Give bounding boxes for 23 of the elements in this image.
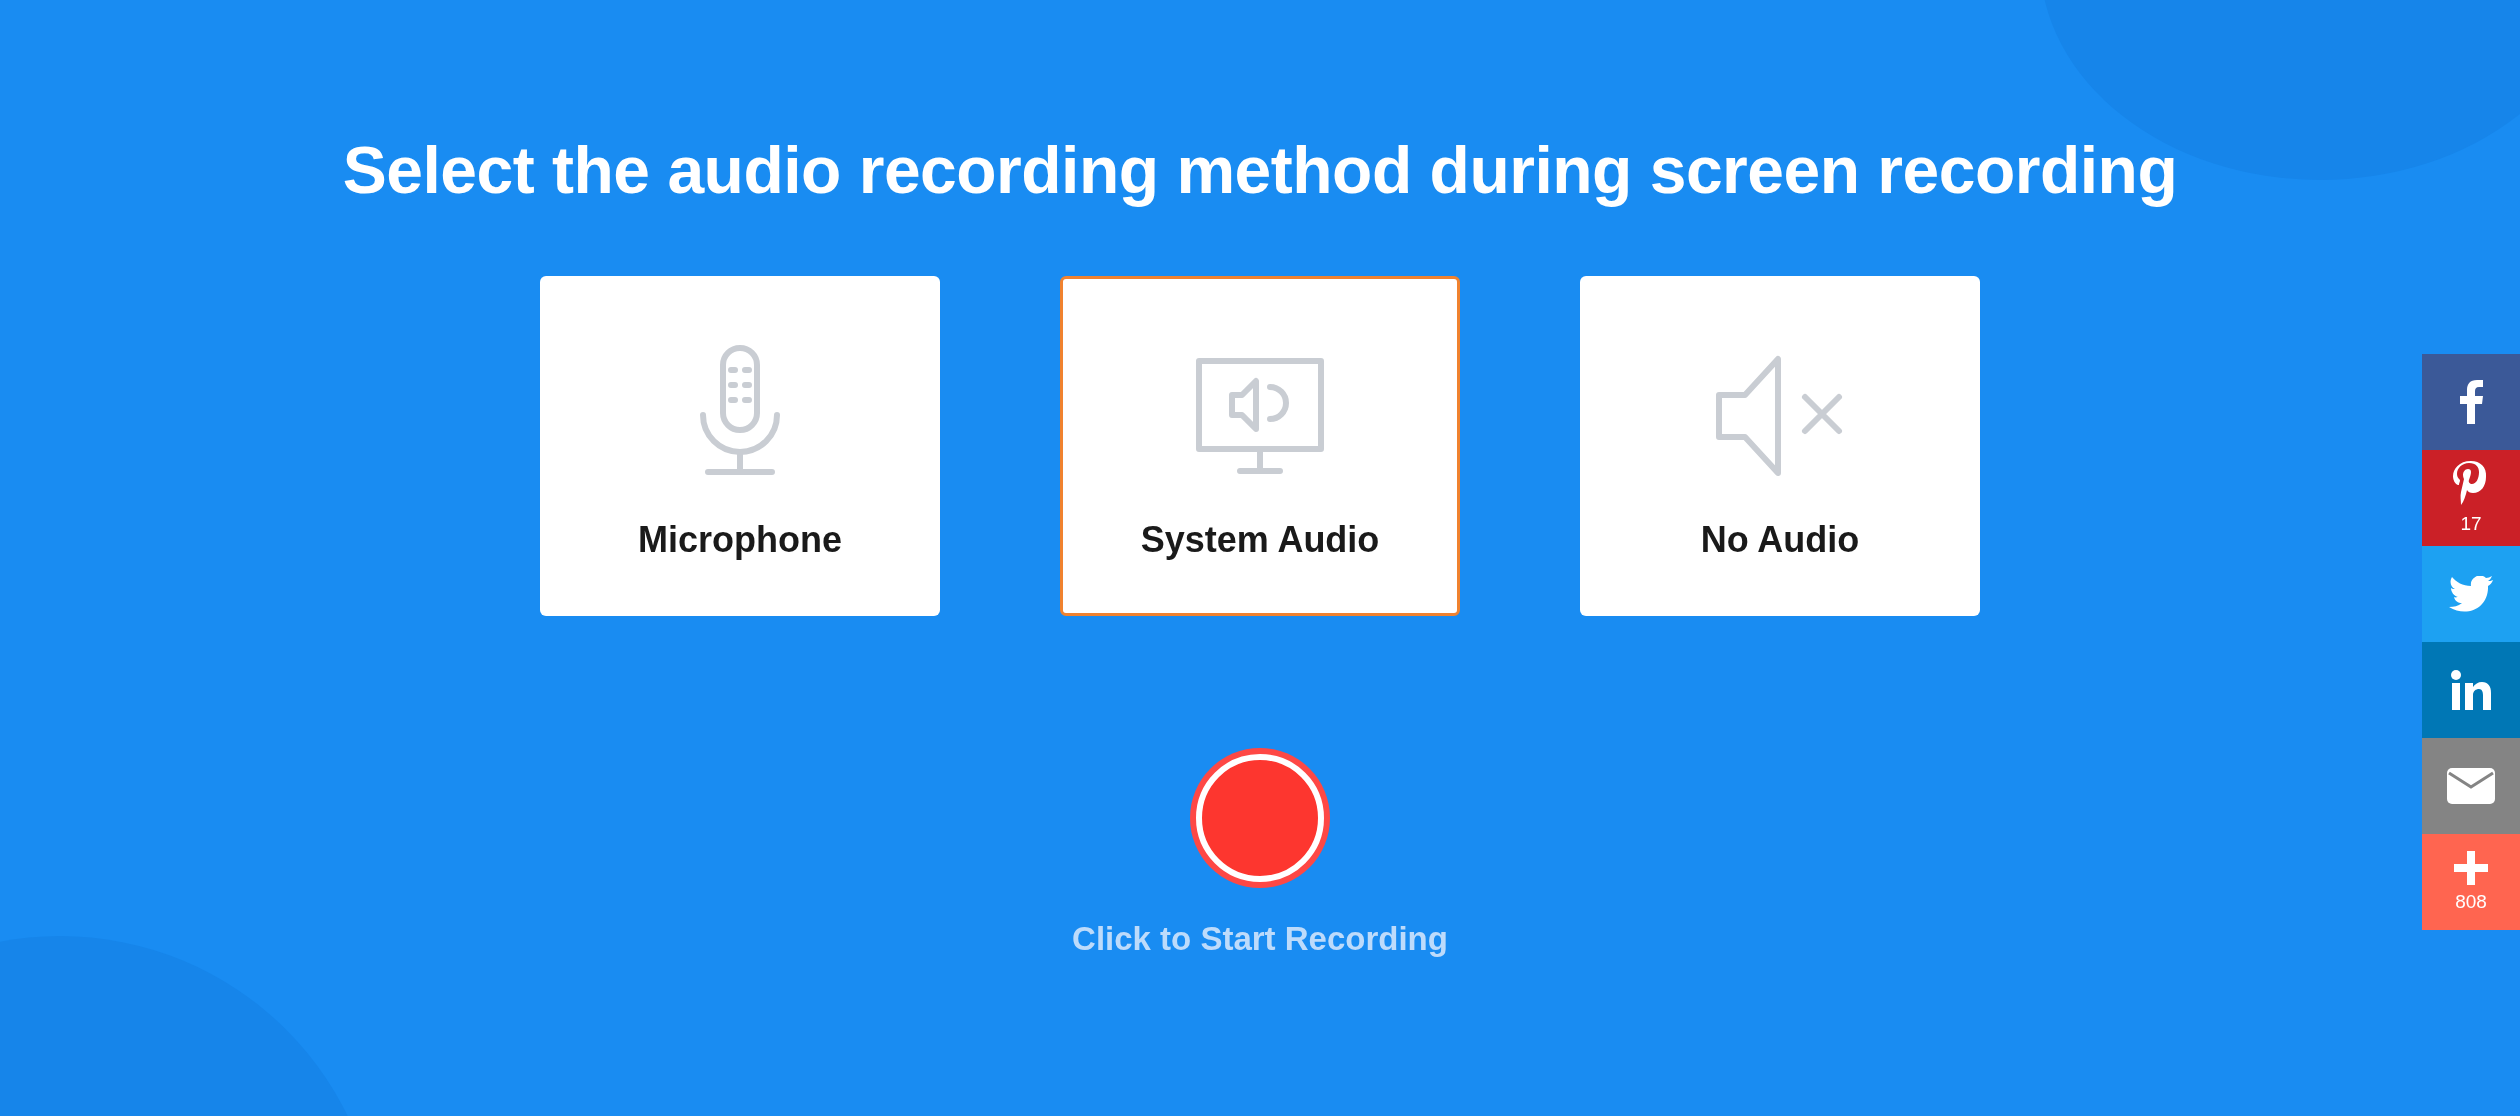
audio-option-card[interactable]: Microphone [540,276,940,616]
facebook-icon [2458,380,2484,424]
option-label: No Audio [1700,519,1860,561]
plus-icon [2454,851,2488,885]
record-label: Click to Start Recording [1072,920,1448,958]
share-button[interactable] [2422,642,2520,738]
share-count: 17 [2460,513,2482,535]
audio-option-card[interactable]: No Audio [1580,276,1980,616]
envelope-icon [2447,768,2495,804]
option-label: System Audio [1140,519,1380,561]
muted-speaker-icon [1715,355,1845,477]
audio-option-card[interactable]: System Audio [1060,276,1460,616]
microphone-icon [698,345,782,477]
monitor-speaker-icon [1195,357,1325,477]
share-button[interactable] [2422,738,2520,834]
option-label: Microphone [638,519,842,561]
share-button[interactable] [2422,546,2520,642]
share-count: 808 [2455,891,2487,913]
page-title: Select the audio recording method during screen recording [342,132,2178,208]
linkedin-icon [2451,670,2491,710]
share-button[interactable] [2422,354,2520,450]
bird-icon [2449,576,2493,612]
share-button[interactable]: 17 [2422,450,2520,546]
